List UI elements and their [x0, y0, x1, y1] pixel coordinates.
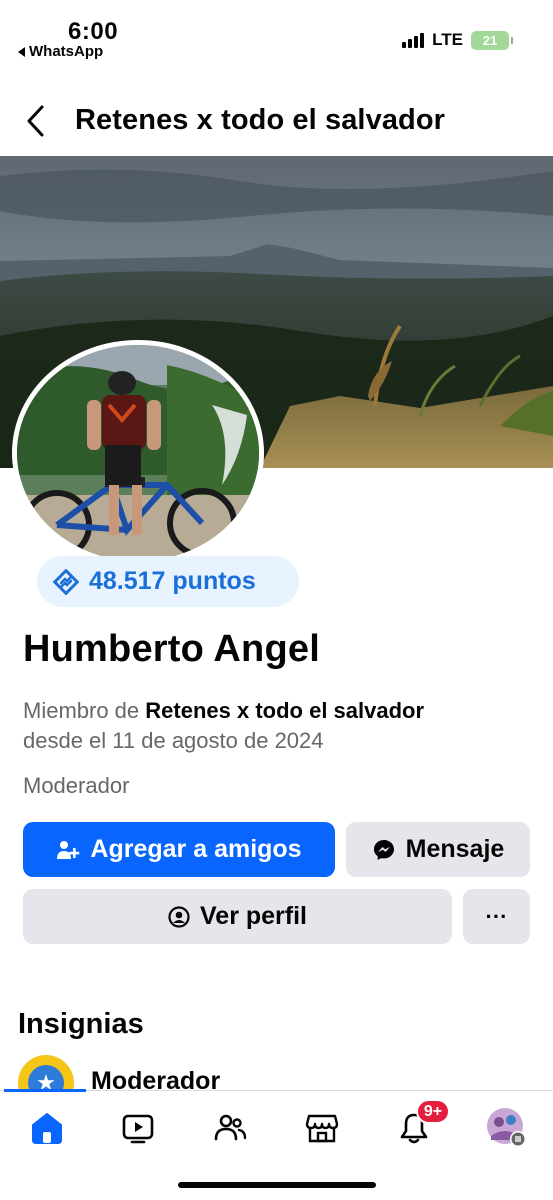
badge-label: Moderador	[91, 1067, 221, 1090]
nav-friends[interactable]	[205, 1105, 255, 1151]
view-profile-button[interactable]: Ver perfil	[23, 889, 452, 944]
member-since: desde el 11 de agosto de 2024	[23, 728, 324, 753]
view-profile-label: Ver perfil	[200, 902, 307, 930]
add-friend-icon	[57, 840, 80, 859]
add-friend-label: Agregar a amigos	[90, 835, 302, 863]
badge-item[interactable]: ★ Moderador	[18, 1055, 553, 1090]
messenger-icon	[373, 839, 394, 860]
notifications-badge: 9+	[416, 1099, 450, 1124]
status-bar: 6:00 WhatsApp LTE 21	[0, 0, 553, 70]
member-group-name[interactable]: Retenes x todo el salvador	[145, 698, 424, 723]
profile-avatar[interactable]	[12, 340, 264, 566]
more-options-icon: ···	[485, 903, 508, 929]
back-to-app-link[interactable]: WhatsApp	[18, 43, 103, 60]
battery-icon: 21	[471, 30, 513, 50]
user-circle-icon	[168, 905, 190, 928]
nav-menu[interactable]	[482, 1105, 532, 1151]
top-header: Retenes x todo el salvador	[0, 90, 553, 152]
points-icon	[53, 568, 79, 595]
nav-home[interactable]	[22, 1105, 72, 1151]
status-indicators: LTE 21	[402, 30, 513, 50]
home-indicator[interactable]	[178, 1182, 376, 1188]
more-options-button[interactable]: ···	[463, 889, 530, 944]
membership-info: Miembro de Retenes x todo el salvador de…	[23, 696, 543, 756]
points-badge[interactable]: 48.517 puntos	[37, 556, 299, 607]
status-time: 6:00	[68, 18, 119, 45]
video-icon	[122, 1114, 154, 1144]
points-label: 48.517 puntos	[89, 567, 256, 595]
message-button[interactable]: Mensaje	[346, 822, 530, 877]
message-label: Mensaje	[405, 835, 505, 863]
nav-marketplace[interactable]	[297, 1105, 347, 1151]
home-icon	[32, 1113, 62, 1144]
add-friend-button[interactable]: Agregar a amigos	[23, 822, 335, 877]
battery-level: 21	[482, 32, 498, 48]
signal-icon	[402, 32, 425, 48]
back-to-app-label: WhatsApp	[29, 43, 104, 60]
back-triangle-icon	[18, 46, 25, 57]
badges-section-title: Insignias	[18, 1008, 144, 1040]
nav-video[interactable]	[113, 1105, 163, 1151]
friends-icon	[214, 1114, 247, 1141]
badge-icon: ★	[18, 1055, 74, 1090]
member-role: Moderador	[23, 773, 130, 798]
star-icon: ★	[28, 1065, 64, 1090]
profile-name: Humberto Angel	[23, 628, 320, 670]
marketplace-icon	[305, 1114, 339, 1143]
back-chevron-icon[interactable]	[24, 104, 50, 138]
active-tab-indicator	[4, 1089, 86, 1092]
profile-menu-icon	[487, 1108, 526, 1147]
network-type: LTE	[432, 30, 463, 49]
page-title: Retenes x todo el salvador	[75, 104, 446, 136]
member-prefix: Miembro de	[23, 698, 140, 723]
